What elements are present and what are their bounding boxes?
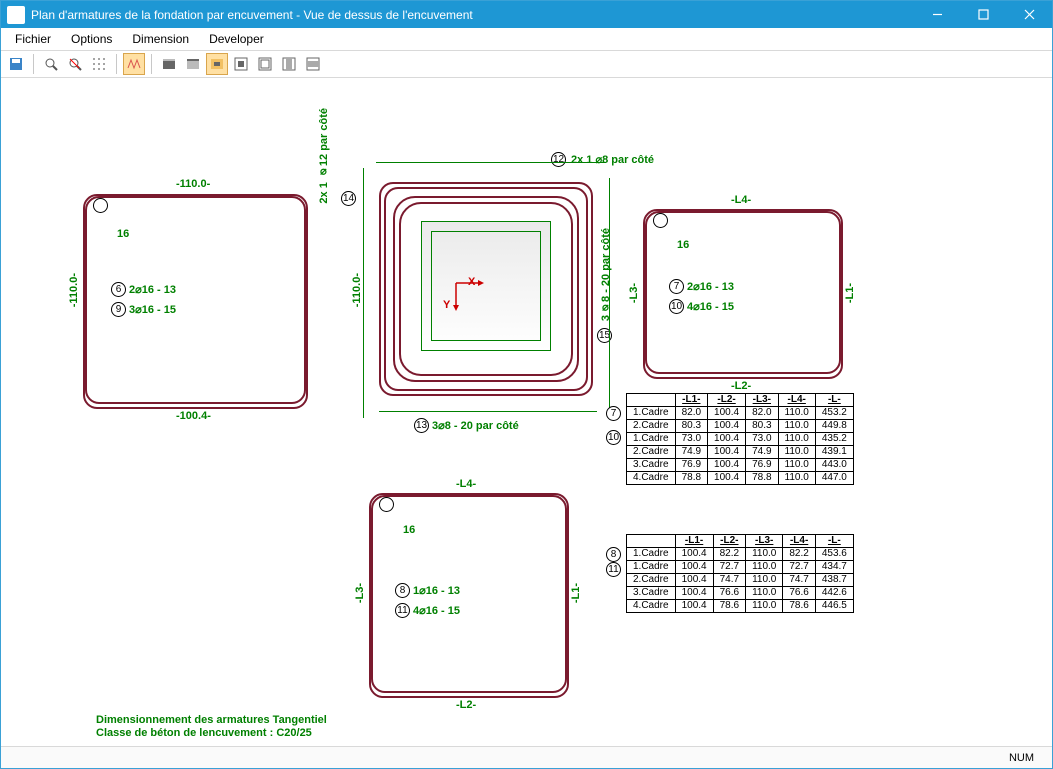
rebar-tag-13: 133⌀8 - 20 par côté bbox=[414, 418, 519, 433]
dim-right-2: -L1- bbox=[844, 283, 856, 303]
table1-sidenum-10: 10 bbox=[606, 430, 621, 445]
table2-sidenum-8: 8 bbox=[606, 547, 621, 562]
dim-left-3: -L3- bbox=[354, 583, 366, 603]
dim-bottom-3: -L2- bbox=[456, 699, 476, 711]
dim-top-2: -L4- bbox=[731, 194, 751, 206]
corner-hook-icon-2 bbox=[653, 213, 668, 228]
dimline-b bbox=[379, 411, 597, 412]
corner-num-1: 16 bbox=[117, 228, 129, 240]
maximize-button[interactable] bbox=[960, 1, 1006, 28]
zoom-icon[interactable] bbox=[40, 53, 62, 75]
view3d-1-icon[interactable] bbox=[230, 53, 252, 75]
view3d-2-icon[interactable] bbox=[254, 53, 276, 75]
close-button[interactable] bbox=[1006, 1, 1052, 28]
dim-left-1: -110.0- bbox=[68, 273, 80, 307]
rebar-tag-6: 62⌀16 - 13 bbox=[111, 282, 176, 297]
statusbar: NUM bbox=[1, 746, 1052, 768]
toolbar bbox=[1, 51, 1052, 78]
dim-left-2: -L3- bbox=[628, 283, 640, 303]
table2-sidenum-11: 11 bbox=[606, 562, 621, 577]
menubar: Fichier Options Dimension Developer bbox=[1, 28, 1052, 51]
axis-marker-icon bbox=[446, 273, 486, 313]
axis-x: X bbox=[468, 276, 475, 288]
dim-top-3: -L4- bbox=[456, 478, 476, 490]
dim-right-3: -L1- bbox=[570, 583, 582, 603]
grid-icon[interactable] bbox=[88, 53, 110, 75]
center-right-label: 3⌀8 - 20 par côté bbox=[599, 228, 612, 321]
dimline-v bbox=[363, 168, 364, 418]
dim-top-1: -110.0- bbox=[176, 178, 210, 190]
table1-sidenum-7: 7 bbox=[606, 406, 621, 421]
view3d-4-icon[interactable] bbox=[302, 53, 324, 75]
titlebar: Plan d'armatures de la fondation par enc… bbox=[1, 1, 1052, 28]
rebar-tag-9: 93⌀16 - 15 bbox=[111, 302, 176, 317]
menu-fichier[interactable]: Fichier bbox=[7, 30, 59, 48]
zoom-extents-icon[interactable] bbox=[64, 53, 86, 75]
menu-dimension[interactable]: Dimension bbox=[124, 30, 197, 48]
view-side-icon[interactable] bbox=[182, 53, 204, 75]
center-top-num: 12 bbox=[551, 152, 566, 167]
center-vert-dim: -110.0- bbox=[351, 273, 363, 307]
status-num: NUM bbox=[1009, 752, 1034, 764]
center-vert-num: 14 bbox=[341, 191, 356, 206]
center-top-label: 2x 1 ⌀8 par côté bbox=[571, 153, 654, 166]
footer-line-1: Dimensionnement des armatures Tangentiel bbox=[96, 714, 327, 726]
footer-line-2: Classe de béton de lencuvement : C20/25 bbox=[96, 727, 312, 739]
dim-bottom-1: -100.4- bbox=[176, 410, 211, 422]
menu-developer[interactable]: Developer bbox=[201, 30, 272, 48]
drawing-canvas[interactable]: -110.0- -100.4- -110.0- 16 62⌀16 - 13 93… bbox=[1, 78, 1052, 746]
dimline-v2 bbox=[609, 178, 610, 408]
view-section-icon[interactable] bbox=[206, 53, 228, 75]
app-window: Plan d'armatures de la fondation par enc… bbox=[0, 0, 1053, 769]
app-icon bbox=[7, 6, 25, 24]
corner-hook-icon-3 bbox=[379, 497, 394, 512]
rebar-tag-11: 114⌀16 - 15 bbox=[395, 603, 460, 618]
view3d-3-icon[interactable] bbox=[278, 53, 300, 75]
dim-bottom-2: -L2- bbox=[731, 380, 751, 392]
waveform-icon[interactable] bbox=[123, 53, 145, 75]
rebar-table-1: -L1--L2--L3--L4--L-1.Cadre82.0100.482.01… bbox=[626, 393, 854, 485]
rebar-tag-8: 81⌀16 - 13 bbox=[395, 583, 460, 598]
rebar-table-2: -L1--L2--L3--L4--L-1.Cadre100.482.2110.0… bbox=[626, 534, 854, 613]
view-front-icon[interactable] bbox=[158, 53, 180, 75]
rebar-tag-10: 104⌀16 - 15 bbox=[669, 299, 734, 314]
center-vert-label: 2x 1 ⌀12 par côté bbox=[317, 108, 330, 204]
corner-hook-icon bbox=[93, 198, 108, 213]
axis-y: Y bbox=[443, 299, 450, 311]
corner-num-2: 16 bbox=[677, 239, 689, 251]
corner-num-3: 16 bbox=[403, 524, 415, 536]
window-title: Plan d'armatures de la fondation par enc… bbox=[31, 8, 914, 22]
save-icon[interactable] bbox=[5, 53, 27, 75]
minimize-button[interactable] bbox=[914, 1, 960, 28]
rebar-tag-7: 72⌀16 - 13 bbox=[669, 279, 734, 294]
menu-options[interactable]: Options bbox=[63, 30, 120, 48]
dimline-h bbox=[376, 162, 606, 163]
